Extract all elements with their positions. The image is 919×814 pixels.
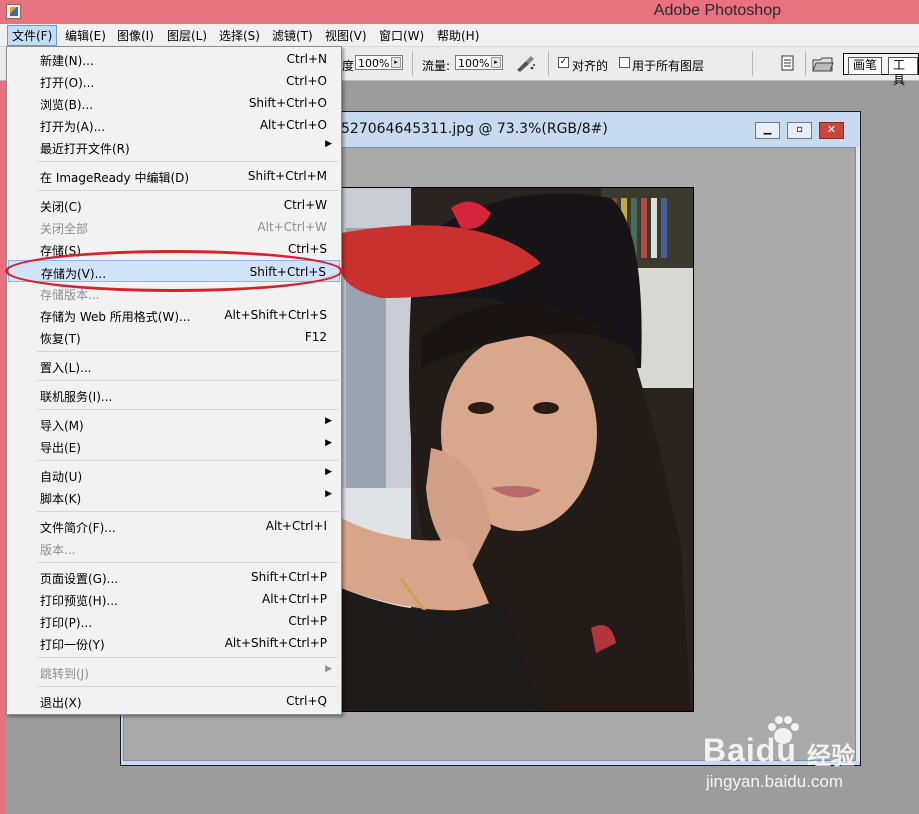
menu-select[interactable]: 选择(S): [219, 27, 260, 44]
title-bar: Adobe Photoshop: [0, 0, 919, 24]
scrollbar[interactable]: [856, 147, 860, 761]
separator: [548, 51, 549, 76]
menu-item-export[interactable]: 导出(E) ▶: [8, 435, 340, 457]
menu-separator: [37, 686, 339, 687]
submenu-arrow-icon: ▶: [325, 438, 332, 448]
menu-item-exit[interactable]: 退出(X) Ctrl+Q: [8, 690, 340, 712]
menu-item-open[interactable]: 打开(O)... Ctrl+O: [8, 70, 340, 92]
menu-separator: [37, 562, 339, 563]
menu-item-import[interactable]: 导入(M) ▶: [8, 413, 340, 435]
watermark-cn: 经验: [807, 742, 855, 770]
all-layers-checkbox[interactable]: [619, 57, 630, 68]
menu-item-revert[interactable]: 恢复(T) F12: [8, 326, 340, 348]
menu-separator: [37, 161, 339, 162]
palette-well: 画笔 工具: [843, 53, 919, 87]
menu-separator: [37, 190, 339, 191]
menu-image[interactable]: 图像(I): [117, 27, 154, 44]
separator: [805, 51, 806, 76]
minimize-icon[interactable]: ▁: [755, 122, 780, 139]
folder-icon[interactable]: [812, 55, 834, 73]
tab-brushes[interactable]: 画笔: [848, 57, 883, 75]
photoshop-app-icon: [6, 4, 21, 19]
menu-item-scripts[interactable]: 脚本(K) ▶: [8, 486, 340, 508]
menu-item-close-all: 关闭全部 Alt+Ctrl+W: [40, 220, 327, 236]
menu-item-edit-in-imageready[interactable]: 在 ImageReady 中编辑(D) Shift+Ctrl+M: [8, 165, 340, 187]
aligned-label: 对齐的: [572, 59, 609, 73]
opacity-field[interactable]: 100% ▸: [355, 55, 403, 70]
menu-item-new[interactable]: 新建(N)... Ctrl+N: [8, 48, 340, 70]
opacity-arrow-icon[interactable]: ▸: [391, 57, 401, 68]
menu-separator: [37, 409, 339, 410]
close-icon[interactable]: ✕: [819, 122, 844, 139]
window-title: Adobe Photoshop: [653, 2, 781, 19]
menu-separator: [37, 657, 339, 658]
baidu-watermark: Baidu 经验 jingyan.baidu.com: [703, 714, 873, 794]
menu-item-online-services[interactable]: 联机服务(I)...: [8, 384, 340, 406]
submenu-arrow-icon: ▶: [325, 467, 332, 477]
maximize-icon[interactable]: ▫: [787, 122, 812, 139]
submenu-arrow-icon: ▶: [325, 664, 332, 674]
menu-item-place[interactable]: 置入(L)...: [8, 355, 340, 377]
menu-layer[interactable]: 图层(L): [167, 27, 207, 44]
menu-separator: [37, 460, 339, 461]
aligned-checkbox[interactable]: ✓: [558, 57, 569, 68]
menu-item-print-preview[interactable]: 打印预览(H)... Alt+Ctrl+P: [8, 588, 340, 610]
menu-item-jump-to: 跳转到(J) ▶: [40, 664, 332, 681]
menu-separator: [37, 380, 339, 381]
separator: [412, 51, 413, 76]
file-menu-dropdown: 新建(N)... Ctrl+N 打开(O)... Ctrl+O 浏览(B)... Sh…: [6, 46, 342, 715]
menu-view[interactable]: 视图(V): [325, 27, 367, 44]
airbrush-icon[interactable]: [514, 53, 536, 73]
menu-item-save-for-web[interactable]: 存储为 Web 所用格式(W)... Alt+Shift+Ctrl+S: [8, 304, 340, 326]
menu-help[interactable]: 帮助(H): [437, 27, 479, 44]
document-title: 527064645311.jpg @ 73.3%(RGB/8#): [341, 121, 608, 137]
menu-item-print-one-copy[interactable]: 打印一份(Y) Alt+Shift+Ctrl+P: [8, 632, 340, 654]
menu-item-page-setup[interactable]: 页面设置(G)... Shift+Ctrl+P: [8, 566, 340, 588]
tab-tool-presets[interactable]: 工具: [888, 57, 918, 87]
menu-separator: [37, 351, 339, 352]
watermark-url: jingyan.baidu.com: [706, 772, 844, 791]
menu-item-browse[interactable]: 浏览(B)... Shift+Ctrl+O: [8, 92, 340, 114]
menu-bar: 文件(F) 编辑(E) 图像(I) 图层(L) 选择(S) 滤镜(T) 视图(V…: [0, 24, 919, 47]
photo-image: [340, 187, 694, 712]
submenu-arrow-icon: ▶: [325, 139, 332, 149]
flow-field[interactable]: 100% ▸: [455, 55, 503, 70]
flow-arrow-icon[interactable]: ▸: [491, 57, 501, 68]
submenu-arrow-icon: ▶: [325, 416, 332, 426]
annotation-ellipse: [5, 250, 343, 292]
menu-item-recent-files[interactable]: 最近打开文件(R) ▶: [8, 136, 340, 158]
flow-label: 流量:: [422, 59, 451, 73]
flow-value: 100%: [458, 57, 490, 70]
menu-item-file-info[interactable]: 文件简介(F)... Alt+Ctrl+I: [8, 515, 340, 537]
submenu-arrow-icon: ▶: [325, 489, 332, 499]
menu-item-print[interactable]: 打印(P)... Ctrl+P: [8, 610, 340, 632]
menu-file[interactable]: 文件(F): [7, 25, 58, 46]
menu-separator: [37, 511, 339, 512]
menu-filter[interactable]: 滤镜(T): [272, 27, 313, 44]
watermark-brand: Baidu: [703, 732, 797, 768]
document-icon[interactable]: [780, 55, 796, 71]
photo-illustration: [341, 188, 693, 711]
menu-item-automate[interactable]: 自动(U) ▶: [8, 464, 340, 486]
opacity-value: 100%: [358, 57, 390, 70]
menu-item-close[interactable]: 关闭(C) Ctrl+W: [8, 194, 340, 216]
separator: [752, 51, 753, 76]
menu-item-open-as[interactable]: 打开为(A)... Alt+Ctrl+O: [8, 114, 340, 136]
menu-edit[interactable]: 编辑(E): [65, 27, 106, 44]
menu-item-versions: 版本...: [40, 543, 76, 557]
menu-window[interactable]: 窗口(W): [379, 27, 424, 44]
all-layers-label: 用于所有图层: [632, 59, 705, 73]
